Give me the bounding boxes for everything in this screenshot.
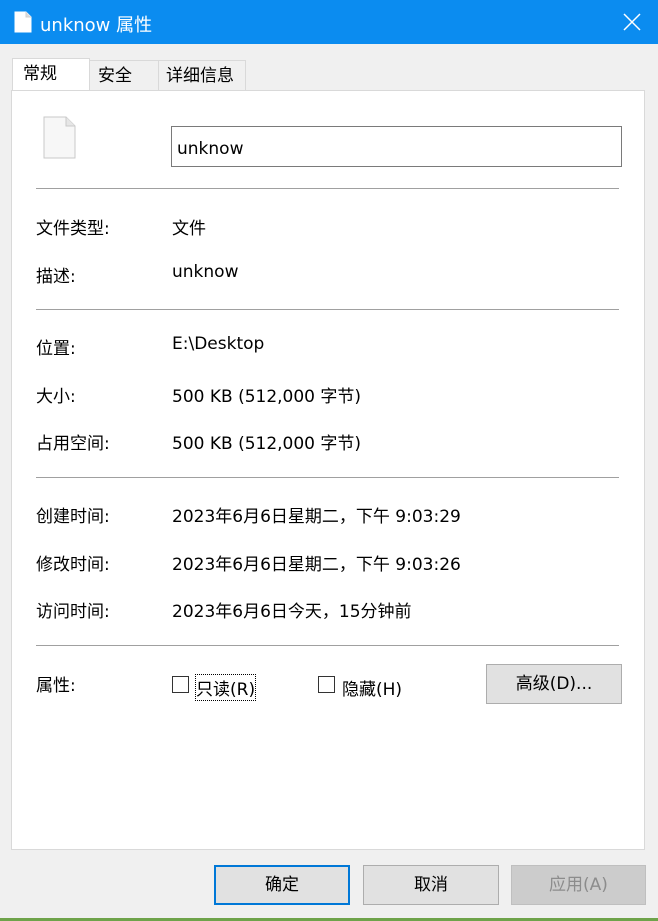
file-name-input[interactable] — [171, 126, 622, 167]
attributes-label: 属性: — [36, 676, 76, 696]
readonly-checkbox-label[interactable]: 只读(R) — [194, 674, 257, 701]
divider — [36, 645, 619, 646]
file-icon — [14, 11, 32, 33]
hidden-checkbox-label[interactable]: 隐藏(H) — [342, 675, 402, 700]
hidden-checkbox[interactable]: 隐藏(H) — [318, 675, 408, 700]
apply-button[interactable]: 应用(A) — [511, 865, 646, 905]
size-on-disk-value: 500 KB (512,000 字节) — [172, 434, 362, 454]
file-type-label: 文件类型: — [36, 219, 110, 239]
divider — [36, 477, 619, 478]
accessed-value: 2023年6月6日今天，15分钟前 — [172, 602, 412, 622]
size-label: 大小: — [36, 387, 76, 407]
size-on-disk-label: 占用空间: — [36, 434, 110, 454]
general-panel — [11, 90, 645, 850]
description-label: 描述: — [36, 267, 76, 287]
advanced-button[interactable]: 高级(D)... — [486, 664, 622, 704]
modified-label: 修改时间: — [36, 555, 110, 575]
file-icon — [43, 116, 76, 159]
close-icon — [623, 13, 641, 31]
location-value: E:\Desktop — [172, 334, 265, 354]
size-value: 500 KB (512,000 字节) — [172, 387, 362, 407]
readonly-checkbox[interactable]: 只读(R) — [172, 674, 262, 701]
readonly-checkbox-box[interactable] — [172, 676, 189, 693]
modified-value: 2023年6月6日星期二，下午 9:03:26 — [172, 555, 461, 575]
title-bar: unknow 属性 — [0, 0, 658, 44]
cancel-button[interactable]: 取消 — [363, 865, 499, 905]
tab-general[interactable]: 常规 — [12, 58, 90, 90]
ok-button[interactable]: 确定 — [214, 865, 350, 905]
accessed-label: 访问时间: — [36, 602, 110, 622]
divider — [36, 188, 619, 189]
location-label: 位置: — [36, 339, 76, 359]
close-button[interactable] — [606, 0, 658, 44]
created-value: 2023年6月6日星期二，下午 9:03:29 — [172, 507, 461, 527]
window-title: unknow 属性 — [40, 15, 153, 36]
file-type-value: 文件 — [172, 219, 206, 239]
hidden-checkbox-box[interactable] — [318, 676, 335, 693]
tab-security[interactable]: 安全 — [89, 60, 159, 90]
created-label: 创建时间: — [36, 507, 110, 527]
tab-details[interactable]: 详细信息 — [157, 60, 246, 90]
divider — [36, 309, 619, 310]
description-value: unknow — [172, 262, 239, 282]
